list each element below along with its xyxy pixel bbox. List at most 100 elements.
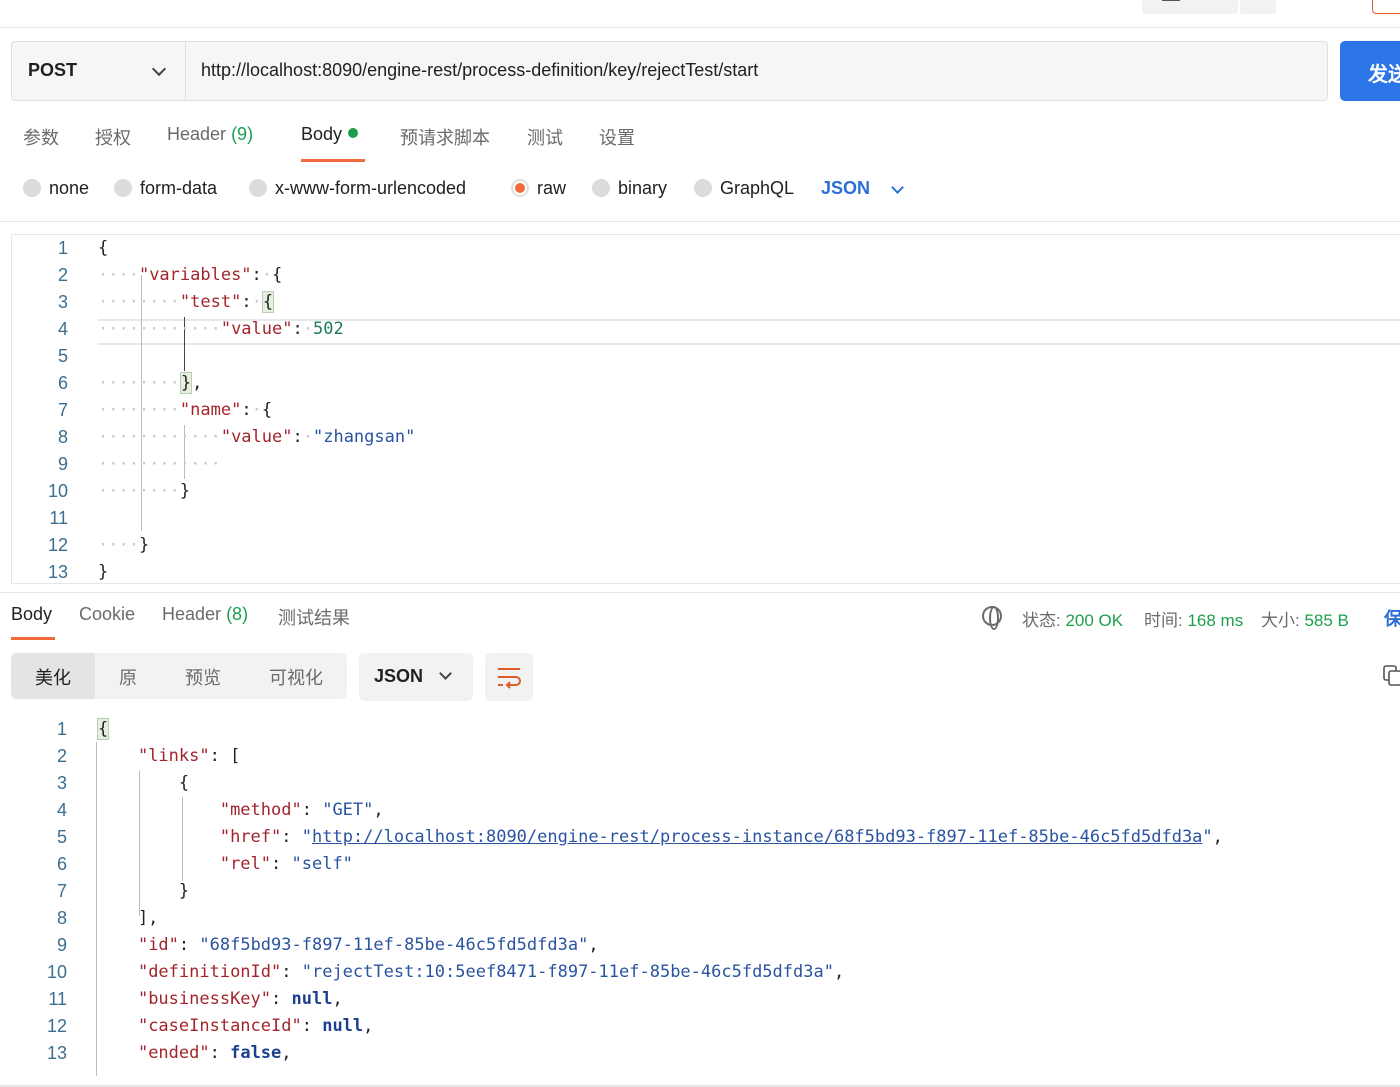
- json-url-link[interactable]: http://localhost:8090/engine-rest/proces…: [312, 827, 1202, 847]
- globe-icon[interactable]: [982, 606, 1002, 630]
- code-line: 4 ············"value":·502: [12, 319, 1400, 346]
- json-string: "GET": [322, 800, 374, 820]
- tab-prescript[interactable]: 预请求脚本: [400, 124, 490, 150]
- code-line: 11 "businessKey": null,: [11, 989, 1400, 1016]
- code-line: 9 "id": "68f5bd93-f897-11ef-85be-46c5fd5…: [11, 935, 1400, 962]
- time-label: 时间:: [1144, 611, 1183, 630]
- code-text: ········"name":·{: [98, 400, 273, 420]
- radio-form-data[interactable]: form-data: [114, 178, 217, 199]
- json-key: "links": [137, 746, 210, 766]
- method-label: POST: [28, 60, 78, 80]
- line-number: 12: [46, 1016, 67, 1036]
- json-key: "caseInstanceId": [137, 1016, 302, 1036]
- resp-tab-test-results[interactable]: 测试结果: [278, 604, 350, 630]
- chevron-down-icon: [439, 667, 452, 680]
- view-mode-segmented: 美化 原 预览 可视化: [11, 653, 347, 699]
- tab-settings[interactable]: 设置: [599, 124, 635, 150]
- code-line: 13}: [12, 562, 1400, 583]
- toolbar-button[interactable]: [1142, 0, 1238, 14]
- code-line: 9 ············: [12, 454, 1400, 481]
- code-line: 1{: [11, 718, 1400, 746]
- code-line: 10 ········}: [12, 481, 1400, 508]
- copy-icon[interactable]: [1383, 665, 1400, 687]
- response-format-label: JSON: [374, 666, 424, 686]
- resp-tab-cookie[interactable]: Cookie: [79, 604, 135, 625]
- code-line: 8 ],: [11, 908, 1400, 935]
- url-input[interactable]: http://localhost:8090/engine-rest/proces…: [201, 60, 758, 81]
- toolbar-dropdown-button[interactable]: [1240, 0, 1276, 14]
- radio-label: GraphQL: [720, 178, 795, 198]
- resp-tab-headers-label: Header: [162, 604, 222, 624]
- save-response-button[interactable]: 保: [1384, 605, 1400, 631]
- code-text: "href": "http://localhost:8090/engine-re…: [219, 827, 1223, 847]
- divider: [0, 221, 1400, 222]
- code-line: 8 ············"value":·"zhangsan": [12, 427, 1400, 454]
- chevron-down-icon: [891, 181, 904, 194]
- code-text: ],: [97, 908, 159, 928]
- request-tabs: 参数 授权 Header (9) Body 预请求脚本 测试 设置: [0, 124, 700, 164]
- send-button[interactable]: 发送: [1340, 41, 1400, 101]
- tab-headers-label: Header: [167, 124, 227, 144]
- tab-tests[interactable]: 测试: [527, 124, 563, 150]
- response-body-viewer: 1{ 2 "links": [ 3 { 4 "method": "GET", 5…: [11, 716, 1400, 1076]
- line-number: 7: [56, 881, 67, 901]
- divider: [0, 592, 1400, 593]
- chevron-down-icon: [151, 61, 167, 77]
- radio-circle: [592, 179, 610, 197]
- line-number: 9: [57, 454, 68, 474]
- code-text: ········"test":·{: [98, 291, 275, 313]
- line-number: 6: [57, 373, 68, 393]
- resp-tab-headers[interactable]: Header (8): [162, 604, 248, 625]
- size-value: 585 B: [1304, 611, 1349, 630]
- request-url-bar: POST http://localhost:8090/engine-rest/p…: [11, 41, 1328, 101]
- line-number: 11: [48, 989, 67, 1009]
- toolbar-action-button[interactable]: [1372, 0, 1400, 14]
- body-type-selector: none form-data x-www-form-urlencoded raw…: [0, 178, 1000, 206]
- line-number: 8: [57, 427, 68, 447]
- radio-none[interactable]: none: [23, 178, 89, 199]
- code-text: }: [97, 881, 190, 901]
- line-number: 10: [46, 962, 67, 982]
- radio-circle: [249, 179, 267, 197]
- code-text: "links": [: [137, 746, 241, 766]
- line-number: 4: [56, 800, 67, 820]
- code-line: 2 ····"variables":·{: [12, 265, 1400, 292]
- active-tab-underline: [11, 637, 55, 640]
- tab-body[interactable]: Body: [301, 124, 359, 145]
- code-line: 3 {: [11, 773, 1400, 800]
- radio-circle: [694, 179, 712, 197]
- response-format-select[interactable]: JSON: [359, 653, 473, 701]
- code-text: "method": "GET",: [219, 800, 384, 820]
- json-key: "variables": [138, 265, 252, 285]
- method-select[interactable]: POST: [12, 42, 186, 100]
- json-key: "definitionId": [137, 962, 282, 982]
- tab-headers-count: (9): [231, 124, 254, 144]
- line-number: 7: [57, 400, 68, 420]
- code-line: 12 "caseInstanceId": null,: [11, 1016, 1400, 1043]
- radio-label: binary: [618, 178, 668, 198]
- tab-params[interactable]: 参数: [23, 124, 59, 150]
- tab-auth[interactable]: 授权: [95, 124, 131, 150]
- code-text: }: [98, 562, 109, 582]
- view-visualize[interactable]: 可视化: [245, 653, 347, 699]
- resp-tab-headers-count: (8): [226, 604, 249, 624]
- view-preview[interactable]: 预览: [161, 653, 245, 699]
- tab-headers[interactable]: Header (9): [167, 124, 253, 145]
- view-raw[interactable]: 原: [95, 653, 161, 699]
- json-key: "value": [220, 427, 293, 447]
- code-text: {: [97, 773, 190, 793]
- request-body-editor[interactable]: 1{ 2 ····"variables":·{ 3 ········"test":·…: [11, 234, 1400, 584]
- code-line: 3 ········"test":·{: [12, 291, 1400, 319]
- resp-tab-body[interactable]: Body: [11, 604, 52, 625]
- radio-binary[interactable]: binary: [592, 178, 667, 199]
- wrap-lines-button[interactable]: [485, 653, 533, 701]
- raw-format-select[interactable]: JSON: [821, 178, 904, 199]
- radio-urlencoded[interactable]: x-www-form-urlencoded: [249, 178, 466, 199]
- radio-raw[interactable]: raw: [511, 178, 566, 199]
- code-line: 6 ········},: [12, 372, 1400, 400]
- radio-label: none: [49, 178, 90, 198]
- radio-graphql[interactable]: GraphQL: [694, 178, 794, 199]
- code-line: 13 "ended": false,: [11, 1043, 1400, 1070]
- line-number: 12: [47, 535, 68, 555]
- view-pretty[interactable]: 美化: [11, 653, 95, 699]
